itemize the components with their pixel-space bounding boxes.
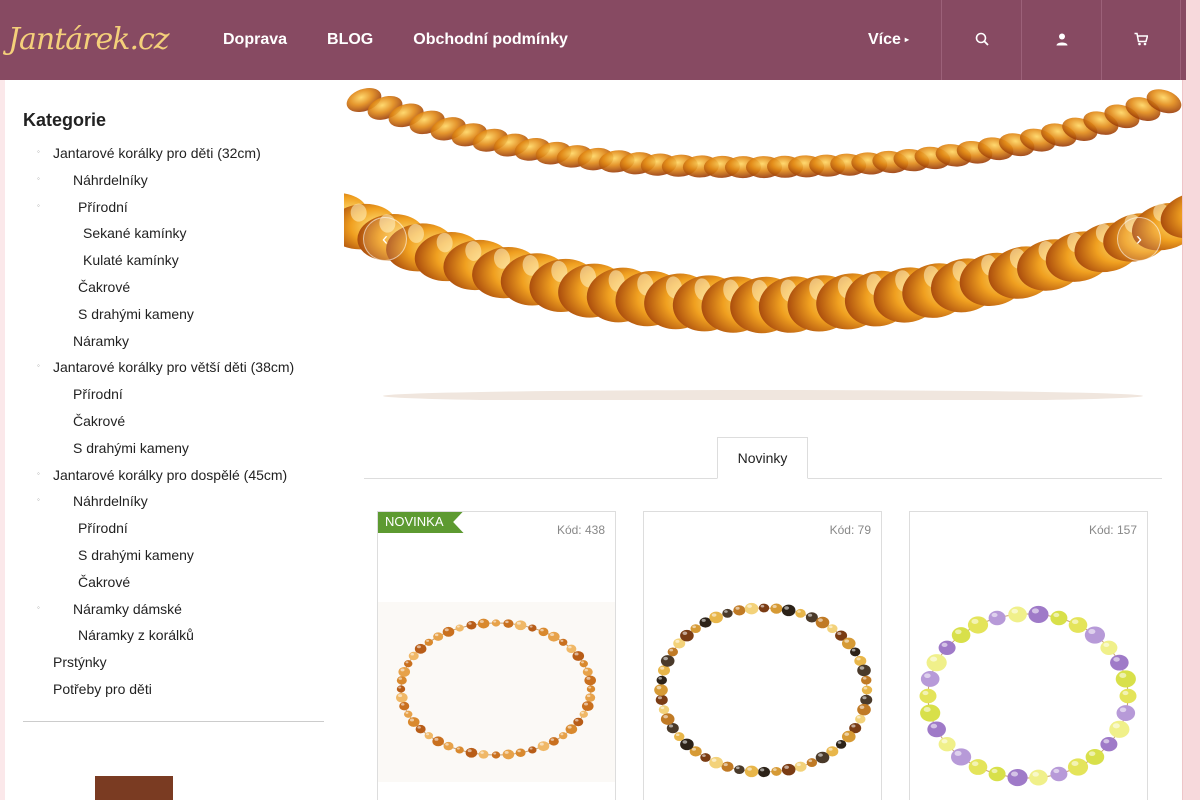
- product-image-mixed-amber-necklace[interactable]: [644, 594, 882, 794]
- nav-item-blog[interactable]: BLOG: [307, 0, 393, 80]
- category-label: S drahými kameny: [78, 305, 194, 322]
- category-label: Přírodní: [78, 520, 128, 537]
- category-list: ◦ Jantarové korálky pro děti (32cm) ◦ Náhrd…: [23, 140, 324, 703]
- bullet-icon: ◦: [37, 147, 40, 156]
- hero-slider: [344, 80, 1182, 400]
- category-item[interactable]: Prstýnky: [23, 649, 324, 676]
- category-item[interactable]: Sekané kamínky: [23, 220, 324, 247]
- category-item[interactable]: Náramky: [23, 328, 324, 355]
- nav-more-menu[interactable]: Více ▸: [852, 0, 925, 80]
- category-label: Prstýnky: [53, 654, 107, 671]
- category-label: Čakrové: [78, 278, 131, 295]
- category-item[interactable]: Čakrové: [23, 569, 324, 596]
- category-item[interactable]: ◦ Jantarové korálky pro děti (32cm): [23, 140, 324, 167]
- account-button[interactable]: [1021, 0, 1101, 80]
- hero-amber-necklace-image: [344, 80, 1182, 400]
- nav-item-doprava[interactable]: Doprava: [203, 0, 307, 80]
- category-item[interactable]: Potřeby pro děti: [23, 676, 324, 703]
- category-item[interactable]: ◦ Jantarové korálky pro větší děti (38cm): [23, 354, 324, 381]
- product-code: Kód: 438: [556, 523, 605, 537]
- category-label: Potřeby pro děti: [53, 680, 152, 697]
- product-image-lemon-amethyst-bracelet[interactable]: [910, 594, 1148, 800]
- category-label: Čakrové: [78, 573, 131, 590]
- product-code: Kód: 79: [829, 523, 871, 537]
- category-item[interactable]: ◦ Náhrdelníky: [23, 488, 324, 515]
- bullet-icon: ◦: [37, 602, 40, 612]
- category-label: Kulaté kamínky: [83, 252, 179, 269]
- category-label: Náramky dámské: [73, 600, 182, 617]
- main-nav: Doprava BLOG Obchodní podmínky: [203, 0, 588, 80]
- category-item[interactable]: Čakrové: [23, 408, 324, 435]
- category-item[interactable]: ◦ Přírodní: [23, 194, 324, 221]
- product-card[interactable]: Kód: 79: [643, 511, 882, 800]
- category-label: S drahými kameny: [78, 546, 194, 563]
- bullet-icon: ◦: [37, 468, 40, 478]
- category-item[interactable]: ◦ Náhrdelníky: [23, 167, 324, 194]
- sidebar-title: Kategorie: [23, 110, 107, 130]
- nav-more-label: Více: [868, 31, 901, 49]
- product-code: Kód: 157: [1088, 523, 1137, 537]
- chevron-right-icon: ›: [1136, 228, 1142, 249]
- category-item[interactable]: Čakrové: [23, 274, 324, 301]
- category-item[interactable]: S drahými kameny: [23, 435, 324, 462]
- page-scroll-strip[interactable]: [1182, 0, 1200, 800]
- search-button[interactable]: [941, 0, 1021, 80]
- bullet-icon: ◦: [37, 200, 40, 210]
- tab-novinky[interactable]: Novinky: [717, 437, 808, 479]
- bullet-icon: ◦: [37, 361, 40, 371]
- category-label: Náhrdelníky: [73, 493, 148, 510]
- product-card[interactable]: NOVINKA Kód: 438: [377, 511, 616, 800]
- bullet-icon: ◦: [37, 173, 40, 183]
- category-sidebar: Kategorie ◦ Jantarové korálky pro děti (3…: [23, 100, 324, 703]
- category-item[interactable]: Přírodní: [23, 381, 324, 408]
- sidebar-promo-image[interactable]: [95, 776, 173, 800]
- chevron-left-icon: ‹: [382, 228, 388, 249]
- nav-item-obchodni-podminky[interactable]: Obchodní podmínky: [393, 0, 588, 80]
- site-logo[interactable]: Jantárek.cz: [8, 22, 170, 57]
- product-card[interactable]: Kód: 157: [909, 511, 1148, 800]
- category-label: Čakrové: [73, 412, 126, 429]
- slider-next-button[interactable]: ›: [1117, 217, 1161, 261]
- category-label: Náramky z korálků: [78, 627, 194, 644]
- category-label: Náramky: [73, 332, 130, 349]
- category-label: S drahými kameny: [73, 439, 189, 456]
- category-label: Jantarové korálky pro větší děti (38cm): [53, 359, 295, 376]
- category-label: Přírodní: [73, 386, 123, 403]
- category-item[interactable]: S drahými kameny: [23, 542, 324, 569]
- chevron-down-icon: ▸: [904, 35, 909, 44]
- category-label: Přírodní: [78, 198, 128, 215]
- user-icon: [1055, 32, 1069, 49]
- new-badge: NOVINKA: [378, 512, 464, 533]
- bullet-icon: ◦: [37, 495, 40, 505]
- category-item[interactable]: Přírodní: [23, 515, 324, 542]
- site-header: Jantárek.cz Doprava BLOG Obchodní podmín…: [0, 0, 1186, 80]
- category-label: Sekané kamínky: [83, 225, 187, 242]
- category-item[interactable]: Náramky z korálků: [23, 622, 324, 649]
- slider-prev-button[interactable]: ‹: [363, 217, 407, 261]
- category-item[interactable]: ◦ Náramky dámské: [23, 596, 324, 623]
- product-image-amber-necklace[interactable]: [378, 594, 616, 794]
- category-label: Náhrdelníky: [73, 171, 148, 188]
- sidebar-divider: [23, 721, 324, 722]
- category-label: Jantarové korálky pro dospělé (45cm): [53, 466, 288, 483]
- cart-icon: [1134, 32, 1149, 49]
- cart-button[interactable]: [1101, 0, 1181, 80]
- search-icon: [975, 32, 989, 49]
- category-label: Jantarové korálky pro děti (32cm): [53, 145, 261, 161]
- category-item[interactable]: S drahými kameny: [23, 301, 324, 328]
- category-item[interactable]: Kulaté kamínky: [23, 247, 324, 274]
- category-item[interactable]: ◦ Jantarové korálky pro dospělé (45cm): [23, 462, 324, 489]
